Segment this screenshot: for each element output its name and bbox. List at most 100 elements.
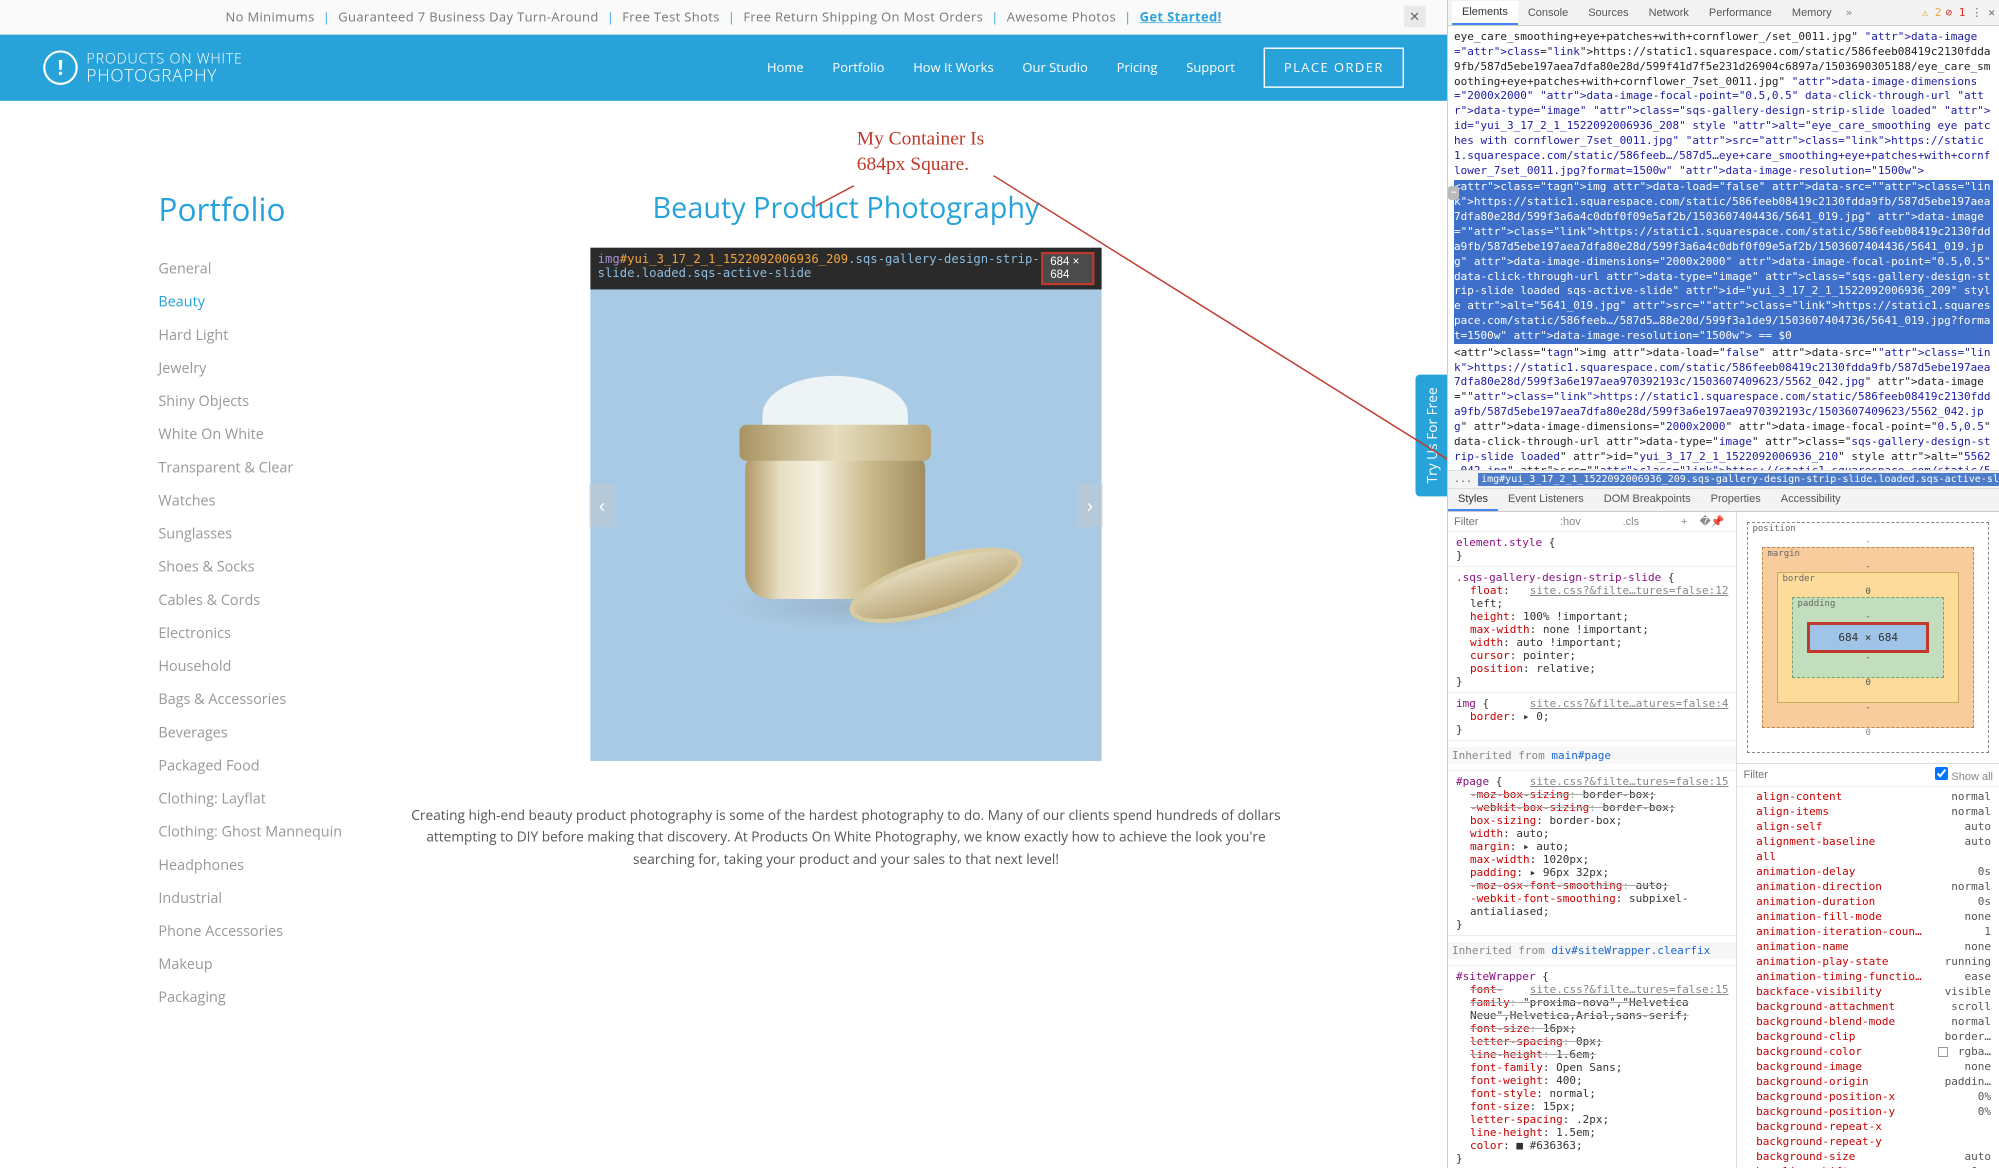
hov-toggle[interactable]: :hov	[1560, 516, 1581, 528]
sidebar-item[interactable]: Household	[158, 649, 345, 682]
computed-property-row[interactable]: ▸alignment-baselineauto	[1737, 834, 1999, 849]
gallery-slide-image[interactable]: ‹ ›	[590, 250, 1101, 761]
styles-pane[interactable]: :hov .cls + �📌 element.style {}.sqs-gall…	[1448, 512, 1737, 1168]
gallery-next-button[interactable]: ›	[1077, 484, 1103, 527]
cls-toggle[interactable]: .cls	[1623, 516, 1640, 528]
computed-property-row[interactable]: ▸background-clipborder…	[1737, 1029, 1999, 1044]
sidebar-item[interactable]: Beverages	[158, 716, 345, 749]
css-rule[interactable]: #page {site.css?&filte…tures=false:15-mo…	[1448, 771, 1736, 936]
computed-property-row[interactable]: ▸animation-duration0s	[1737, 894, 1999, 909]
sidebar-item[interactable]: Headphones	[158, 848, 345, 881]
css-rule[interactable]: Inherited from div#siteWrapper.clearfix	[1448, 936, 1736, 966]
nav-link[interactable]: Support	[1186, 59, 1235, 76]
sidebar-item[interactable]: Beauty	[158, 285, 345, 318]
sidebar-item[interactable]: Packaged Food	[158, 749, 345, 782]
nav-link[interactable]: Home	[767, 59, 804, 76]
sidebar-item[interactable]: Clothing: Layflat	[158, 782, 345, 815]
css-rule[interactable]: .sqs-gallery-design-strip-slide {site.cs…	[1448, 567, 1736, 693]
styles-filter-input[interactable]	[1454, 516, 1524, 528]
devtools-tab[interactable]: Memory	[1782, 2, 1842, 24]
computed-property-row[interactable]: ▸background-repeat-x	[1737, 1119, 1999, 1134]
devtools-tab[interactable]: Elements	[1452, 1, 1518, 25]
devtools-tab[interactable]: Performance	[1699, 2, 1782, 24]
dom-node[interactable]: <attr">class="tagn">img attr">data-load=…	[1454, 346, 1993, 470]
warnings-badge[interactable]: ⚠ 2	[1922, 6, 1942, 19]
get-started-link[interactable]: Get Started!	[1140, 9, 1222, 26]
nav-link[interactable]: How It Works	[913, 59, 993, 76]
computed-property-row[interactable]: ▸animation-directionnormal	[1737, 879, 1999, 894]
elements-dom-tree[interactable]: ⋯ eye_care_smoothing+eye+patches+with+co…	[1448, 26, 1999, 470]
styles-subtab[interactable]: Accessibility	[1771, 489, 1851, 511]
sidebar-item[interactable]: Cables & Cords	[158, 583, 345, 616]
css-rule[interactable]: #siteWrapper {site.css?&filte…tures=fals…	[1448, 966, 1736, 1168]
devtools-menu-icon[interactable]: ⋮	[1971, 6, 1982, 19]
sidebar-item[interactable]: White On White	[158, 418, 345, 451]
computed-filter-input[interactable]	[1743, 767, 1935, 783]
computed-property-row[interactable]: ▸animation-iteration-coun…1	[1737, 924, 1999, 939]
devtools-tab[interactable]: Console	[1518, 2, 1578, 24]
css-rule[interactable]: Inherited from main#page	[1448, 741, 1736, 771]
computed-property-row[interactable]: ▸background-originpaddin…	[1737, 1074, 1999, 1089]
styles-subtab[interactable]: Properties	[1701, 489, 1771, 511]
computed-property-row[interactable]: ▸animation-namenone	[1737, 939, 1999, 954]
styles-subtab[interactable]: Event Listeners	[1498, 489, 1594, 511]
computed-styles-list[interactable]: ▸align-contentnormal▸align-itemsnormal▸a…	[1737, 787, 1999, 1168]
show-all-checkbox[interactable]: Show all	[1935, 767, 1993, 783]
promo-close-button[interactable]: ✕	[1404, 6, 1426, 28]
place-order-button[interactable]: PLACE ORDER	[1264, 48, 1404, 88]
computed-property-row[interactable]: ▸all	[1737, 849, 1999, 864]
css-rule[interactable]: element.style {}	[1448, 532, 1736, 567]
nav-link[interactable]: Our Studio	[1022, 59, 1087, 76]
computed-property-row[interactable]: ▸background-sizeauto	[1737, 1149, 1999, 1164]
sidebar-item[interactable]: Packaging	[158, 981, 345, 1014]
sidebar-item[interactable]: Makeup	[158, 948, 345, 981]
css-rule[interactable]: img {site.css?&filte…atures=false:4borde…	[1448, 693, 1736, 741]
devtools-close-icon[interactable]: ✕	[1988, 6, 1995, 19]
nav-link[interactable]: Portfolio	[832, 59, 884, 76]
try-free-tab[interactable]: Try Us For Free	[1416, 374, 1449, 496]
sidebar-item[interactable]: Phone Accessories	[158, 914, 345, 947]
computed-property-row[interactable]: ▸align-itemsnormal	[1737, 804, 1999, 819]
devtools-tab[interactable]: Sources	[1578, 2, 1638, 24]
more-tabs-icon[interactable]: »	[1846, 6, 1853, 19]
sidebar-item[interactable]: Transparent & Clear	[158, 451, 345, 484]
computed-property-row[interactable]: ▸background-position-y0%	[1737, 1104, 1999, 1119]
computed-property-row[interactable]: ▸animation-timing-functio…ease	[1737, 969, 1999, 984]
gallery-prev-button[interactable]: ‹	[589, 484, 615, 527]
computed-property-row[interactable]: ▸background-repeat-y	[1737, 1134, 1999, 1149]
sidebar-item[interactable]: Industrial	[158, 881, 345, 914]
new-rule-button[interactable]: +	[1681, 516, 1687, 528]
sidebar-item[interactable]: Watches	[158, 484, 345, 517]
computed-property-row[interactable]: ▸animation-delay0s	[1737, 864, 1999, 879]
sidebar-item[interactable]: Shiny Objects	[158, 384, 345, 417]
sidebar-item[interactable]: Shoes & Socks	[158, 550, 345, 583]
computed-property-row[interactable]: ▸background-attachmentscroll	[1737, 999, 1999, 1014]
nav-link[interactable]: Pricing	[1117, 59, 1158, 76]
dom-node[interactable]: <attr">class="tagn">img attr">data-load=…	[1454, 180, 1993, 343]
sidebar-item[interactable]: Clothing: Ghost Mannequin	[158, 815, 345, 848]
dom-grip-icon[interactable]: ⋯	[1448, 186, 1459, 200]
sidebar-item[interactable]: Electronics	[158, 616, 345, 649]
errors-badge[interactable]: ⊘ 1	[1946, 6, 1966, 19]
sidebar-item[interactable]: General	[158, 252, 345, 285]
computed-property-row[interactable]: ▸animation-play-staterunning	[1737, 954, 1999, 969]
computed-property-row[interactable]: ▸background-imagenone	[1737, 1059, 1999, 1074]
computed-property-row[interactable]: ▸baseline-shift0px	[1737, 1164, 1999, 1168]
pin-icon[interactable]: �📌	[1699, 515, 1724, 528]
computed-property-row[interactable]: ▸background-blend-modenormal	[1737, 1014, 1999, 1029]
dom-node[interactable]: eye_care_smoothing+eye+patches+with+corn…	[1454, 30, 1993, 178]
styles-subtab[interactable]: Styles	[1448, 489, 1498, 511]
computed-property-row[interactable]: ▸align-contentnormal	[1737, 789, 1999, 804]
dom-breadcrumb[interactable]: ... img#yui_3_17_2_1_1522092006936_209.s…	[1448, 470, 1999, 489]
computed-property-row[interactable]: ▸background-position-x0%	[1737, 1089, 1999, 1104]
computed-property-row[interactable]: ▸backface-visibilityvisible	[1737, 984, 1999, 999]
computed-property-row[interactable]: ▸animation-fill-modenone	[1737, 909, 1999, 924]
sidebar-item[interactable]: Sunglasses	[158, 517, 345, 550]
styles-subtab[interactable]: DOM Breakpoints	[1594, 489, 1701, 511]
logo[interactable]: ! PRODUCTS ON WHITE PHOTOGRAPHY	[43, 50, 242, 85]
computed-property-row[interactable]: ▸background-color rgba…	[1737, 1044, 1999, 1059]
sidebar-item[interactable]: Hard Light	[158, 318, 345, 351]
sidebar-item[interactable]: Bags & Accessories	[158, 683, 345, 716]
devtools-tab[interactable]: Network	[1639, 2, 1699, 24]
computed-property-row[interactable]: ▸align-selfauto	[1737, 819, 1999, 834]
